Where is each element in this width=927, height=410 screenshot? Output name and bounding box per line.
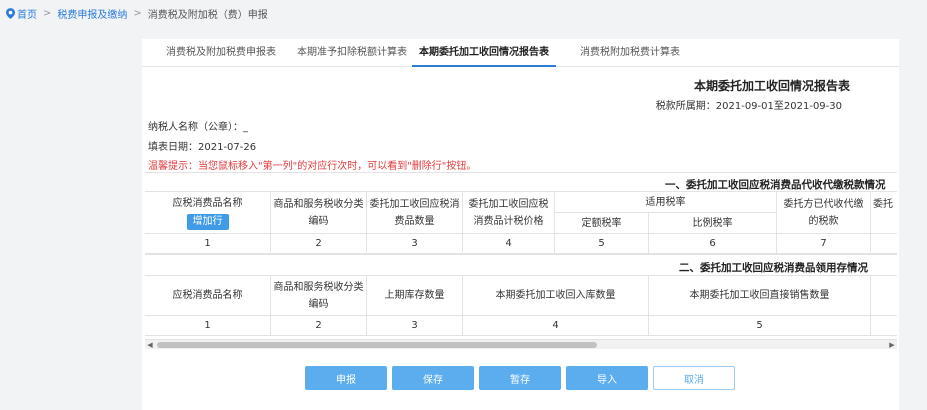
s2-header-product-name: 应税消费品名称 [145, 276, 271, 316]
s1-col-num: 3 [367, 234, 463, 254]
section1-title-text: 一、委托加工收回应税消费品代收代缴税款情况 [665, 179, 886, 191]
s2-header-received-quantity: 本期委托加工收回入库数量 [463, 276, 649, 316]
s2-col-num-empty [871, 316, 897, 336]
location-pin-icon [6, 7, 15, 19]
section2-title: 二、委托加工收回应税消费品领用存情况 [145, 254, 897, 276]
cancel-button[interactable]: 取消 [653, 366, 735, 390]
scrollbar-thumb[interactable] [157, 342, 597, 348]
s1-col-num: 2 [271, 234, 367, 254]
s2-col-num: 4 [463, 316, 649, 336]
s1-header-classification-code: 商品和服务税收分类编码 [271, 192, 367, 234]
s1-header-product-name: 应税消费品名称 增加行 [145, 192, 271, 234]
s2-header-prior-inventory: 上期库存数量 [367, 276, 463, 316]
s1-header-entrusted-truncated: 委托 [871, 192, 897, 234]
breadcrumb: 首页 > 税费申报及缴纳 > 消费税及附加税（费）申报 [6, 6, 268, 21]
s1-col-num-empty [871, 234, 897, 254]
s1-header-proportional-rate: 比例税率 [649, 213, 777, 234]
s2-col-num: 1 [145, 316, 271, 336]
s2-col-num: 2 [271, 316, 367, 336]
s2-header-empty [871, 276, 897, 316]
s1-header-product-name-label: 应税消费品名称 [172, 198, 243, 209]
section1-title: 一、委托加工收回应税消费品代收代缴税款情况 [145, 172, 897, 192]
section2-title-text: 二、委托加工收回应税消费品领用存情况 [679, 262, 868, 274]
s1-col-num: 4 [463, 234, 555, 254]
main-panel: 消费税及附加税费申报表 本期准予扣除税额计算表 本期委托加工收回情况报告表 消费… [142, 39, 899, 410]
breadcrumb-home[interactable]: 首页 [6, 6, 37, 21]
tab-surcharge-calc[interactable]: 消费税附加税费计算表 [562, 39, 698, 67]
s1-col-num: 5 [555, 234, 649, 254]
breadcrumb-home-label: 首页 [17, 9, 37, 21]
fill-date: 填表日期：2021-07-26 [148, 142, 257, 153]
breadcrumb-separator: > [43, 7, 52, 19]
scroll-right-arrow-icon[interactable]: ▶ [887, 340, 897, 350]
s2-col-num: 5 [649, 316, 871, 336]
breadcrumb-separator: > [133, 7, 142, 19]
s2-header-direct-sales-quantity: 本期委托加工收回直接销售数量 [649, 276, 871, 316]
s2-header-classification-code: 商品和服务税收分类编码 [271, 276, 367, 316]
s1-header-quantity: 委托加工收回应税消费品数量 [367, 192, 463, 234]
s1-header-withheld-tax: 委托方已代收代缴的税款 [777, 192, 871, 234]
s2-col-num: 3 [367, 316, 463, 336]
taxpayer-name: 纳税人名称（公章）：_ [148, 122, 248, 133]
breadcrumb-level1[interactable]: 税费申报及缴纳 [57, 6, 127, 21]
add-row-button[interactable]: 增加行 [186, 214, 229, 230]
tab-bar: 消费税及附加税费申报表 本期准予扣除税额计算表 本期委托加工收回情况报告表 消费… [142, 39, 899, 67]
tab-deduction-calc[interactable]: 本期准予扣除税额计算表 [284, 39, 420, 67]
warm-hint: 温馨提示：当您鼠标移入"第一列"的对应行次时，可以看到"删除行"按钮。 [148, 161, 477, 172]
tab-declaration-form[interactable]: 消费税及附加税费申报表 [152, 39, 290, 67]
scroll-left-arrow-icon[interactable]: ◀ [145, 340, 155, 350]
s1-col-num: 6 [649, 234, 777, 254]
tax-period: 税款所属期：2021-09-01至2021-09-30 [655, 101, 842, 112]
s1-header-fixed-rate: 定额税率 [555, 213, 649, 234]
s1-col-num: 7 [777, 234, 871, 254]
save-button[interactable]: 保存 [392, 366, 474, 390]
declare-button[interactable]: 申报 [305, 366, 387, 390]
report-table: 一、委托加工收回应税消费品代收代缴税款情况 应税消费品名称 增加行 商品和服务税… [145, 172, 897, 352]
report-title: 本期委托加工收回情况报告表 [693, 79, 850, 93]
breadcrumb-current: 消费税及附加税（费）申报 [147, 9, 268, 21]
draft-button[interactable]: 暂存 [479, 366, 561, 390]
s1-header-applicable-rate: 适用税率 [555, 192, 777, 213]
import-button[interactable]: 导入 [566, 366, 648, 390]
s1-col-num: 1 [145, 234, 271, 254]
tab-entrusted-processing-report[interactable]: 本期委托加工收回情况报告表 [412, 39, 556, 67]
horizontal-scrollbar[interactable]: ◀ ▶ [145, 339, 897, 349]
s1-header-tax-price: 委托加工收回应税消费品计税价格 [463, 192, 555, 234]
